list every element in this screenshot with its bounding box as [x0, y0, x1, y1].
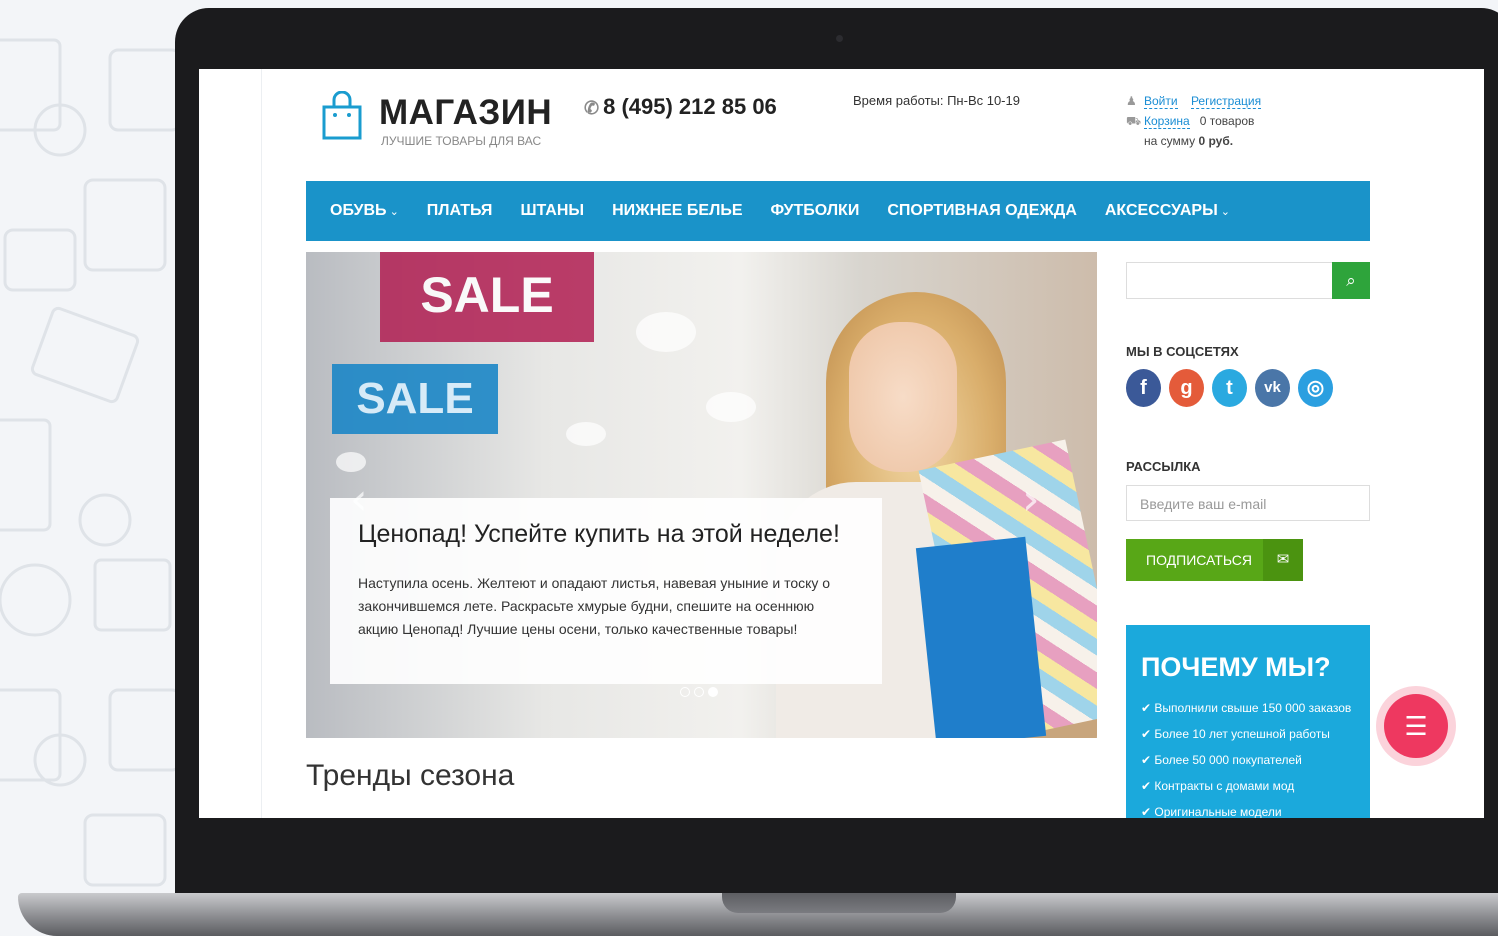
slide-caption: Ценопад! Успейте купить на этой неделе! …	[330, 498, 882, 684]
phone-text: 8 (495) 212 85 06	[603, 94, 777, 119]
why-item: ✔ Оригинальные модели	[1141, 805, 1282, 818]
slider-dots	[680, 687, 718, 697]
bokeh-light	[336, 452, 366, 472]
nav-item-shoes[interactable]: ОБУВЬ ⌄	[330, 202, 399, 220]
cart-sum: 0 руб.	[1198, 134, 1234, 148]
slide-title: Ценопад! Успейте купить на этой неделе!	[358, 520, 840, 548]
slide-dot-active[interactable]	[708, 687, 718, 697]
slide-dot[interactable]	[694, 687, 704, 697]
background-doodles	[0, 38, 182, 887]
slide-dot[interactable]	[680, 687, 690, 697]
search-box: ⌕	[1126, 262, 1370, 299]
account-panel: ♟ Войти Регистрация ⛟ Корзина 0 товаров на…	[1126, 91, 1262, 151]
nav-item-sportswear[interactable]: СПОРТИВНАЯ ОДЕЖДА	[887, 202, 1077, 220]
shopping-bag	[915, 536, 1047, 738]
search-input[interactable]	[1126, 262, 1334, 299]
nav-item-dresses[interactable]: ПЛАТЬЯ	[427, 202, 493, 220]
email-field[interactable]: Введите ваш e-mail	[1126, 485, 1370, 521]
nav-label: АКСЕССУАРЫ	[1104, 202, 1218, 219]
chat-widget[interactable]: ☰	[1376, 686, 1456, 766]
browser-screen: МАГАЗИН ЛУЧШИЕ ТОВАРЫ ДЛЯ ВАС ✆ 8 (495) 2…	[199, 69, 1484, 818]
why-item: ✔ Более 10 лет успешной работы	[1141, 727, 1330, 741]
social-links: f g t vk ◎	[1126, 369, 1333, 407]
slide-text: Наступила осень. Желтеют и опадают листь…	[358, 575, 831, 637]
chevron-down-icon: ⌄	[1220, 206, 1230, 218]
bokeh-light	[636, 312, 696, 352]
section-title: Тренды сезона	[306, 759, 515, 792]
sale-sign: SALE	[380, 252, 594, 342]
phone-icon: ✆	[584, 98, 600, 118]
why-title: ПОЧЕМУ МЫ?	[1141, 652, 1331, 682]
register-link[interactable]: Регистрация	[1190, 94, 1262, 109]
hero-slider[interactable]: SALE SALE Ценопад! Успейте купить на это…	[306, 252, 1097, 738]
social-title: МЫ В СОЦСЕТЯХ	[1126, 344, 1239, 359]
facebook-icon[interactable]: f	[1126, 369, 1161, 407]
shopping-bag-icon	[322, 91, 362, 140]
sale-sign: SALE	[332, 364, 498, 434]
model-face	[849, 322, 957, 472]
search-icon: ⌕	[1346, 271, 1356, 290]
subscribe-label: ПОДПИСАТЬСЯ	[1146, 552, 1252, 568]
why-text: Выполнили свыше 150 000 заказов	[1154, 701, 1352, 715]
chevron-right-icon[interactable]: ›	[1022, 474, 1040, 525]
nav-item-underwear[interactable]: НИЖНЕЕ БЕЛЬЕ	[612, 202, 742, 220]
cart-link[interactable]: Корзина	[1144, 114, 1190, 129]
logo-name[interactable]: МАГАЗИН	[379, 93, 552, 133]
google-plus-icon[interactable]: g	[1169, 369, 1204, 407]
bokeh-light	[566, 422, 606, 446]
logo-tagline: ЛУЧШИЕ ТОВАРЫ ДЛЯ ВАС	[381, 134, 542, 148]
login-link[interactable]: Войти	[1144, 94, 1178, 109]
nav-item-tshirts[interactable]: ФУТБОЛКИ	[771, 202, 860, 220]
newsletter-title: РАССЫЛКА	[1126, 459, 1201, 474]
main-nav: ОБУВЬ ⌄ ПЛАТЬЯ ШТАНЫ НИЖНЕЕ БЕЛЬЕ ФУТБОЛК…	[306, 181, 1370, 241]
chevron-left-icon[interactable]: ‹	[350, 474, 368, 525]
why-item: ✔ Выполнили свыше 150 000 заказов	[1141, 701, 1352, 715]
camera	[836, 35, 843, 42]
chat-icon[interactable]: ☰	[1384, 694, 1448, 758]
why-item: ✔ Контракты с домами мод	[1141, 779, 1295, 793]
why-us-box: ПОЧЕМУ МЫ? ✔ Выполнили свыше 150 000 зак…	[1126, 625, 1370, 818]
vk-icon[interactable]: vk	[1255, 369, 1290, 407]
why-text: Контракты с домами мод	[1154, 779, 1295, 793]
chevron-down-icon: ⌄	[389, 206, 399, 218]
laptop-notch	[722, 893, 956, 913]
twitter-icon[interactable]: t	[1212, 369, 1247, 407]
why-text: Более 10 лет успешной работы	[1154, 727, 1330, 741]
phone-number: ✆ 8 (495) 212 85 06	[584, 94, 777, 120]
working-hours: Время работы: Пн-Вс 10-19	[853, 93, 1020, 108]
page-border	[261, 69, 262, 818]
instagram-icon[interactable]: ◎	[1298, 369, 1333, 407]
nav-label: ОБУВЬ	[330, 202, 387, 219]
why-item: ✔ Более 50 000 покупателей	[1141, 753, 1302, 767]
search-button[interactable]: ⌕	[1332, 262, 1370, 299]
cart-sum-prefix: на сумму	[1144, 134, 1196, 148]
bokeh-light	[706, 392, 756, 422]
nav-item-pants[interactable]: ШТАНЫ	[520, 202, 584, 220]
cart-count: 0 товаров	[1199, 114, 1255, 128]
user-icon: ♟	[1126, 94, 1137, 108]
why-text: Оригинальные модели	[1154, 805, 1282, 818]
envelope-icon: ✉	[1263, 539, 1303, 581]
subscribe-button[interactable]: ПОДПИСАТЬСЯ ✉	[1126, 539, 1303, 581]
why-text: Более 50 000 покупателей	[1154, 753, 1302, 767]
nav-item-accessories[interactable]: АКСЕССУАРЫ ⌄	[1105, 202, 1230, 220]
cart-icon: ⛟	[1126, 114, 1142, 128]
